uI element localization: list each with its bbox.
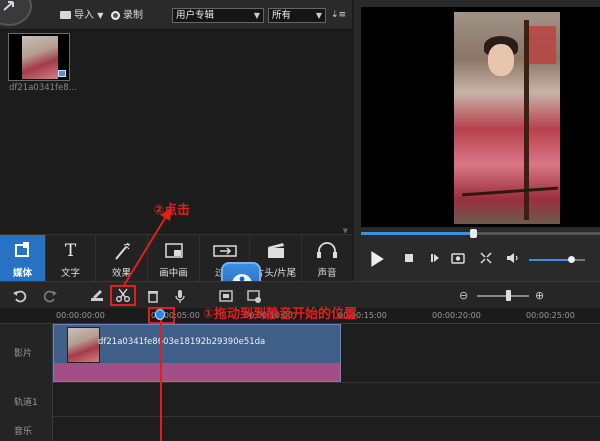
- next-frame-icon[interactable]: [427, 250, 443, 266]
- back-arrow-icon: [3, 1, 14, 11]
- film-strip-icon: [15, 242, 29, 257]
- text-t-icon: T: [64, 241, 77, 261]
- overlay-track[interactable]: [53, 383, 600, 417]
- timeline-zoom-slider[interactable]: [477, 295, 529, 297]
- chevron-down-icon: ▼: [253, 11, 260, 20]
- preview-person-face: [488, 44, 514, 76]
- preview-progress-bar[interactable]: [361, 229, 600, 238]
- annotation-drag: ①拖动到到静音开始的位置: [203, 307, 358, 322]
- ruler-label: 00:00:20:00: [432, 311, 481, 320]
- tab-text-label: 文字: [60, 268, 80, 279]
- ruler-label: 00:00:25:00: [526, 311, 575, 320]
- app-logo[interactable]: [0, 0, 32, 26]
- track-headers: 影片 轨道1 音乐: [0, 324, 53, 441]
- library-toolbar: 导入 ▼ 录制 用户专辑 ▼ 所有 ▼ ⇣≡: [0, 0, 352, 30]
- stop-icon[interactable]: [401, 250, 417, 266]
- preview-panel: [354, 0, 600, 281]
- filter-select-value: 所有: [272, 10, 292, 21]
- preview-video-frame: [454, 12, 560, 224]
- timeline-clip-thumbnail: [67, 327, 100, 363]
- preview-progress-handle[interactable]: [470, 229, 478, 238]
- undo-icon[interactable]: [12, 288, 28, 304]
- playback-controls: [354, 246, 600, 272]
- tab-media[interactable]: 媒体: [0, 235, 46, 282]
- sort-icon[interactable]: ⇣≡: [331, 8, 346, 23]
- library-clip-thumbnail[interactable]: [8, 33, 70, 81]
- timeline-clip-name: df21a0341fe8603e18192b29390e51da: [98, 337, 266, 347]
- clip-preview-image: [22, 36, 58, 79]
- record-label: 录制: [123, 10, 143, 21]
- edit-pencil-icon[interactable]: [89, 288, 105, 304]
- volume-slider[interactable]: [529, 256, 585, 263]
- microphone-icon[interactable]: [172, 288, 188, 304]
- settings-gear-icon[interactable]: [246, 288, 262, 304]
- volume-slider-fill: [529, 259, 571, 261]
- video-badge-icon: [58, 70, 66, 77]
- timeline-video-clip[interactable]: [53, 324, 341, 382]
- tab-sound-label: 声音: [317, 268, 337, 279]
- zoom-out-icon[interactable]: ⊖: [459, 289, 468, 302]
- snapshot-icon[interactable]: [450, 250, 466, 266]
- preview-progress-fill: [361, 232, 474, 235]
- record-button[interactable]: 录制: [111, 8, 143, 23]
- headphones-icon: [317, 242, 337, 258]
- chevron-down-icon: ▼: [97, 11, 104, 20]
- chevron-down-icon: ▼: [315, 11, 322, 20]
- category-select[interactable]: 用户专辑 ▼: [172, 8, 264, 23]
- transition-icon: [213, 245, 237, 257]
- zoom-in-icon[interactable]: ⊕: [535, 289, 544, 302]
- folder-icon: [60, 11, 71, 19]
- track-label-video: 影片: [14, 349, 33, 359]
- timeline-clip-audio: [54, 363, 340, 381]
- delete-trash-icon[interactable]: [145, 288, 161, 304]
- record-radio-icon: [111, 10, 120, 20]
- preview-background-poster: [526, 26, 556, 64]
- filter-select[interactable]: 所有 ▼: [268, 8, 326, 23]
- screen-capture-icon[interactable]: [218, 288, 234, 304]
- import-menu[interactable]: 导入 ▼: [60, 8, 103, 23]
- playhead-handle[interactable]: [155, 309, 165, 320]
- preview-bow: [462, 186, 558, 197]
- track-label-music: 音乐: [14, 427, 33, 437]
- ruler-label: 00:00:00:00: [56, 311, 105, 320]
- tab-text[interactable]: T 文字: [46, 235, 96, 282]
- timeline-zoom-handle[interactable]: [506, 290, 512, 301]
- annotation-click: ②点击: [153, 203, 191, 218]
- preview-screen: [361, 7, 600, 227]
- music-track[interactable]: [53, 417, 600, 441]
- import-label: 导入: [74, 10, 94, 21]
- track-label-track1: 轨道1: [14, 398, 38, 408]
- volume-slider-handle[interactable]: [568, 256, 575, 263]
- redo-icon[interactable]: [42, 288, 58, 304]
- tab-sound[interactable]: 声音: [302, 235, 352, 282]
- volume-icon[interactable]: [505, 250, 521, 266]
- fullscreen-icon[interactable]: [478, 250, 494, 266]
- library-clip-name: df21a0341fe8...: [9, 83, 77, 93]
- playhead-line: [160, 320, 162, 441]
- category-select-value: 用户专辑: [176, 10, 215, 21]
- tab-media-label: 媒体: [12, 268, 32, 279]
- clapper-icon: [268, 243, 284, 258]
- play-icon[interactable]: [368, 250, 386, 268]
